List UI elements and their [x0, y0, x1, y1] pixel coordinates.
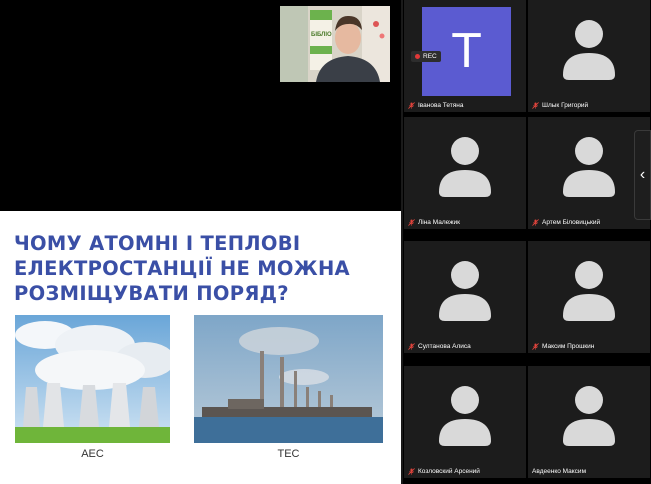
- recording-label: REC: [423, 53, 437, 60]
- participant-tile[interactable]: Авдеенко Максим: [528, 366, 650, 478]
- slide-title-line: РОЗМІЩУВАТИ ПОРЯД?: [14, 282, 289, 305]
- person-avatar-icon: [563, 386, 615, 447]
- participant-name: Іванова Тетяна: [408, 102, 464, 109]
- participant-name: Султанова Алиса: [408, 343, 471, 350]
- participant-name-text: Ліна Малежик: [418, 219, 460, 226]
- participant-tile[interactable]: Ліна Малежик: [404, 117, 526, 229]
- presenter-video[interactable]: БІБЛІО: [280, 6, 390, 82]
- mic-muted-icon: [408, 468, 415, 475]
- slide-title: ЧОМУ АТОМНІ І ТЕПЛОВІ ЕЛЕКТРОСТАНЦІЇ НЕ …: [14, 231, 394, 306]
- participant-name-text: Султанова Алиса: [418, 343, 471, 350]
- caption-aes: АЕС: [81, 448, 104, 460]
- participant-name-text: Шлык Григорий: [542, 102, 589, 109]
- participant-name: Шлык Григорий: [532, 102, 588, 109]
- record-dot-icon: [415, 54, 420, 59]
- mic-muted-icon: [408, 102, 415, 109]
- presentation-slide: ЧОМУ АТОМНІ І ТЕПЛОВІ ЕЛЕКТРОСТАНЦІЇ НЕ …: [0, 211, 401, 484]
- chevron-left-icon: ‹: [639, 166, 646, 183]
- nuclear-plant-photo: [15, 315, 170, 443]
- mic-muted-icon: [532, 343, 539, 350]
- slide-title-line: ЕЛЕКТРОСТАНЦІЇ НЕ МОЖНА: [14, 257, 350, 280]
- recording-indicator: REC: [411, 51, 441, 62]
- caption-tes: ТЕС: [277, 448, 300, 460]
- participant-name: Козловский Арсений: [408, 468, 480, 475]
- collapse-gallery-button[interactable]: ‹: [634, 130, 651, 220]
- participant-name: Максим Прошкин: [532, 343, 594, 350]
- participant-name: Ліна Малежик: [408, 219, 460, 226]
- participant-tile[interactable]: Султанова Алиса: [404, 241, 526, 353]
- person-avatar-icon: [439, 137, 491, 198]
- participant-name-text: Козловский Арсений: [418, 468, 480, 475]
- person-avatar-icon: [563, 20, 615, 81]
- mic-muted-icon: [532, 102, 539, 109]
- thermal-plant-photo: [194, 315, 383, 443]
- person-avatar-icon: [439, 386, 491, 447]
- person-avatar-icon: [563, 261, 615, 322]
- presenter-banner-text: БІБЛІО: [311, 32, 332, 38]
- panel-divider[interactable]: [401, 0, 403, 484]
- participant-name: Авдеенко Максим: [532, 468, 586, 475]
- slide-title-line: ЧОМУ АТОМНІ І ТЕПЛОВІ: [14, 232, 301, 255]
- participant-name-text: Артем Біловицький: [542, 219, 601, 226]
- mic-muted-icon: [532, 219, 539, 226]
- presenter-video-image: [280, 6, 390, 82]
- participant-tile[interactable]: Артем Біловицький: [528, 117, 650, 229]
- mic-muted-icon: [408, 343, 415, 350]
- mic-muted-icon: [408, 219, 415, 226]
- participant-name-text: Іванова Тетяна: [418, 102, 464, 109]
- participant-tile[interactable]: T REC Іванова Тетяна: [404, 0, 526, 112]
- shared-screen: БІБЛІО ЧОМУ АТОМНІ І ТЕПЛОВІ ЕЛЕКТРОСТАН…: [0, 0, 401, 484]
- participant-name-text: Авдеенко Максим: [532, 468, 587, 475]
- participant-name-text: Максим Прошкин: [542, 343, 595, 350]
- participant-name: Артем Біловицький: [532, 219, 600, 226]
- person-avatar-icon: [563, 137, 615, 198]
- participant-tile[interactable]: Козловский Арсений: [404, 366, 526, 478]
- person-avatar-icon: [439, 261, 491, 322]
- participant-tile[interactable]: Максим Прошкин: [528, 241, 650, 353]
- participant-tile[interactable]: Шлык Григорий: [528, 0, 650, 112]
